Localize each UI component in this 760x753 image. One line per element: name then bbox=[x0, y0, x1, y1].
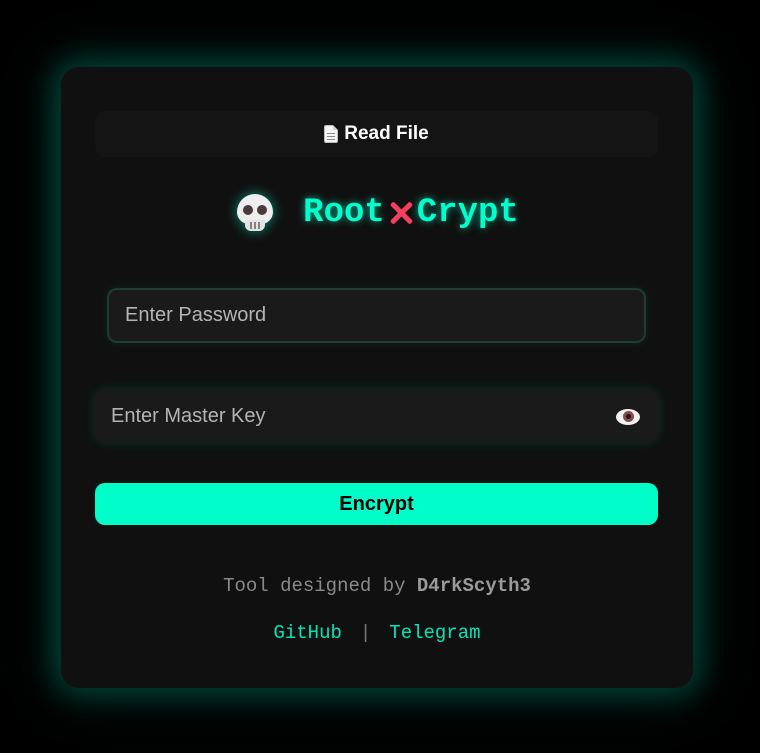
document-icon bbox=[324, 125, 339, 143]
eye-icon[interactable] bbox=[616, 407, 640, 425]
author-name: D4rkScyth3 bbox=[416, 575, 531, 597]
password-input[interactable]: Enter Password bbox=[107, 288, 646, 343]
master-key-input[interactable]: Enter Master Key bbox=[95, 390, 658, 442]
cross-mark-icon bbox=[388, 200, 414, 226]
app-title: Root Crypt bbox=[61, 185, 693, 241]
password-placeholder: Enter Password bbox=[125, 304, 267, 326]
credit-line: Tool designed by D4rkScyth3 bbox=[61, 575, 693, 597]
encrypt-button[interactable]: Encrypt bbox=[95, 483, 658, 525]
github-link[interactable]: GitHub bbox=[273, 622, 341, 644]
link-separator: | bbox=[359, 622, 372, 644]
encrypt-label: Encrypt bbox=[339, 492, 414, 515]
read-file-label: Read File bbox=[344, 123, 429, 144]
title-part-crypt: Crypt bbox=[416, 194, 519, 232]
title-part-root: Root bbox=[303, 194, 385, 232]
master-key-placeholder: Enter Master Key bbox=[111, 404, 266, 427]
telegram-link[interactable]: Telegram bbox=[389, 622, 480, 644]
credit-prefix: Tool designed by bbox=[223, 575, 406, 597]
skull-icon bbox=[235, 192, 275, 234]
encrypt-card: Read File Root Crypt Enter Password Ente… bbox=[61, 67, 693, 688]
read-file-button[interactable]: Read File bbox=[95, 111, 658, 157]
footer-links: GitHub | Telegram bbox=[61, 622, 693, 644]
